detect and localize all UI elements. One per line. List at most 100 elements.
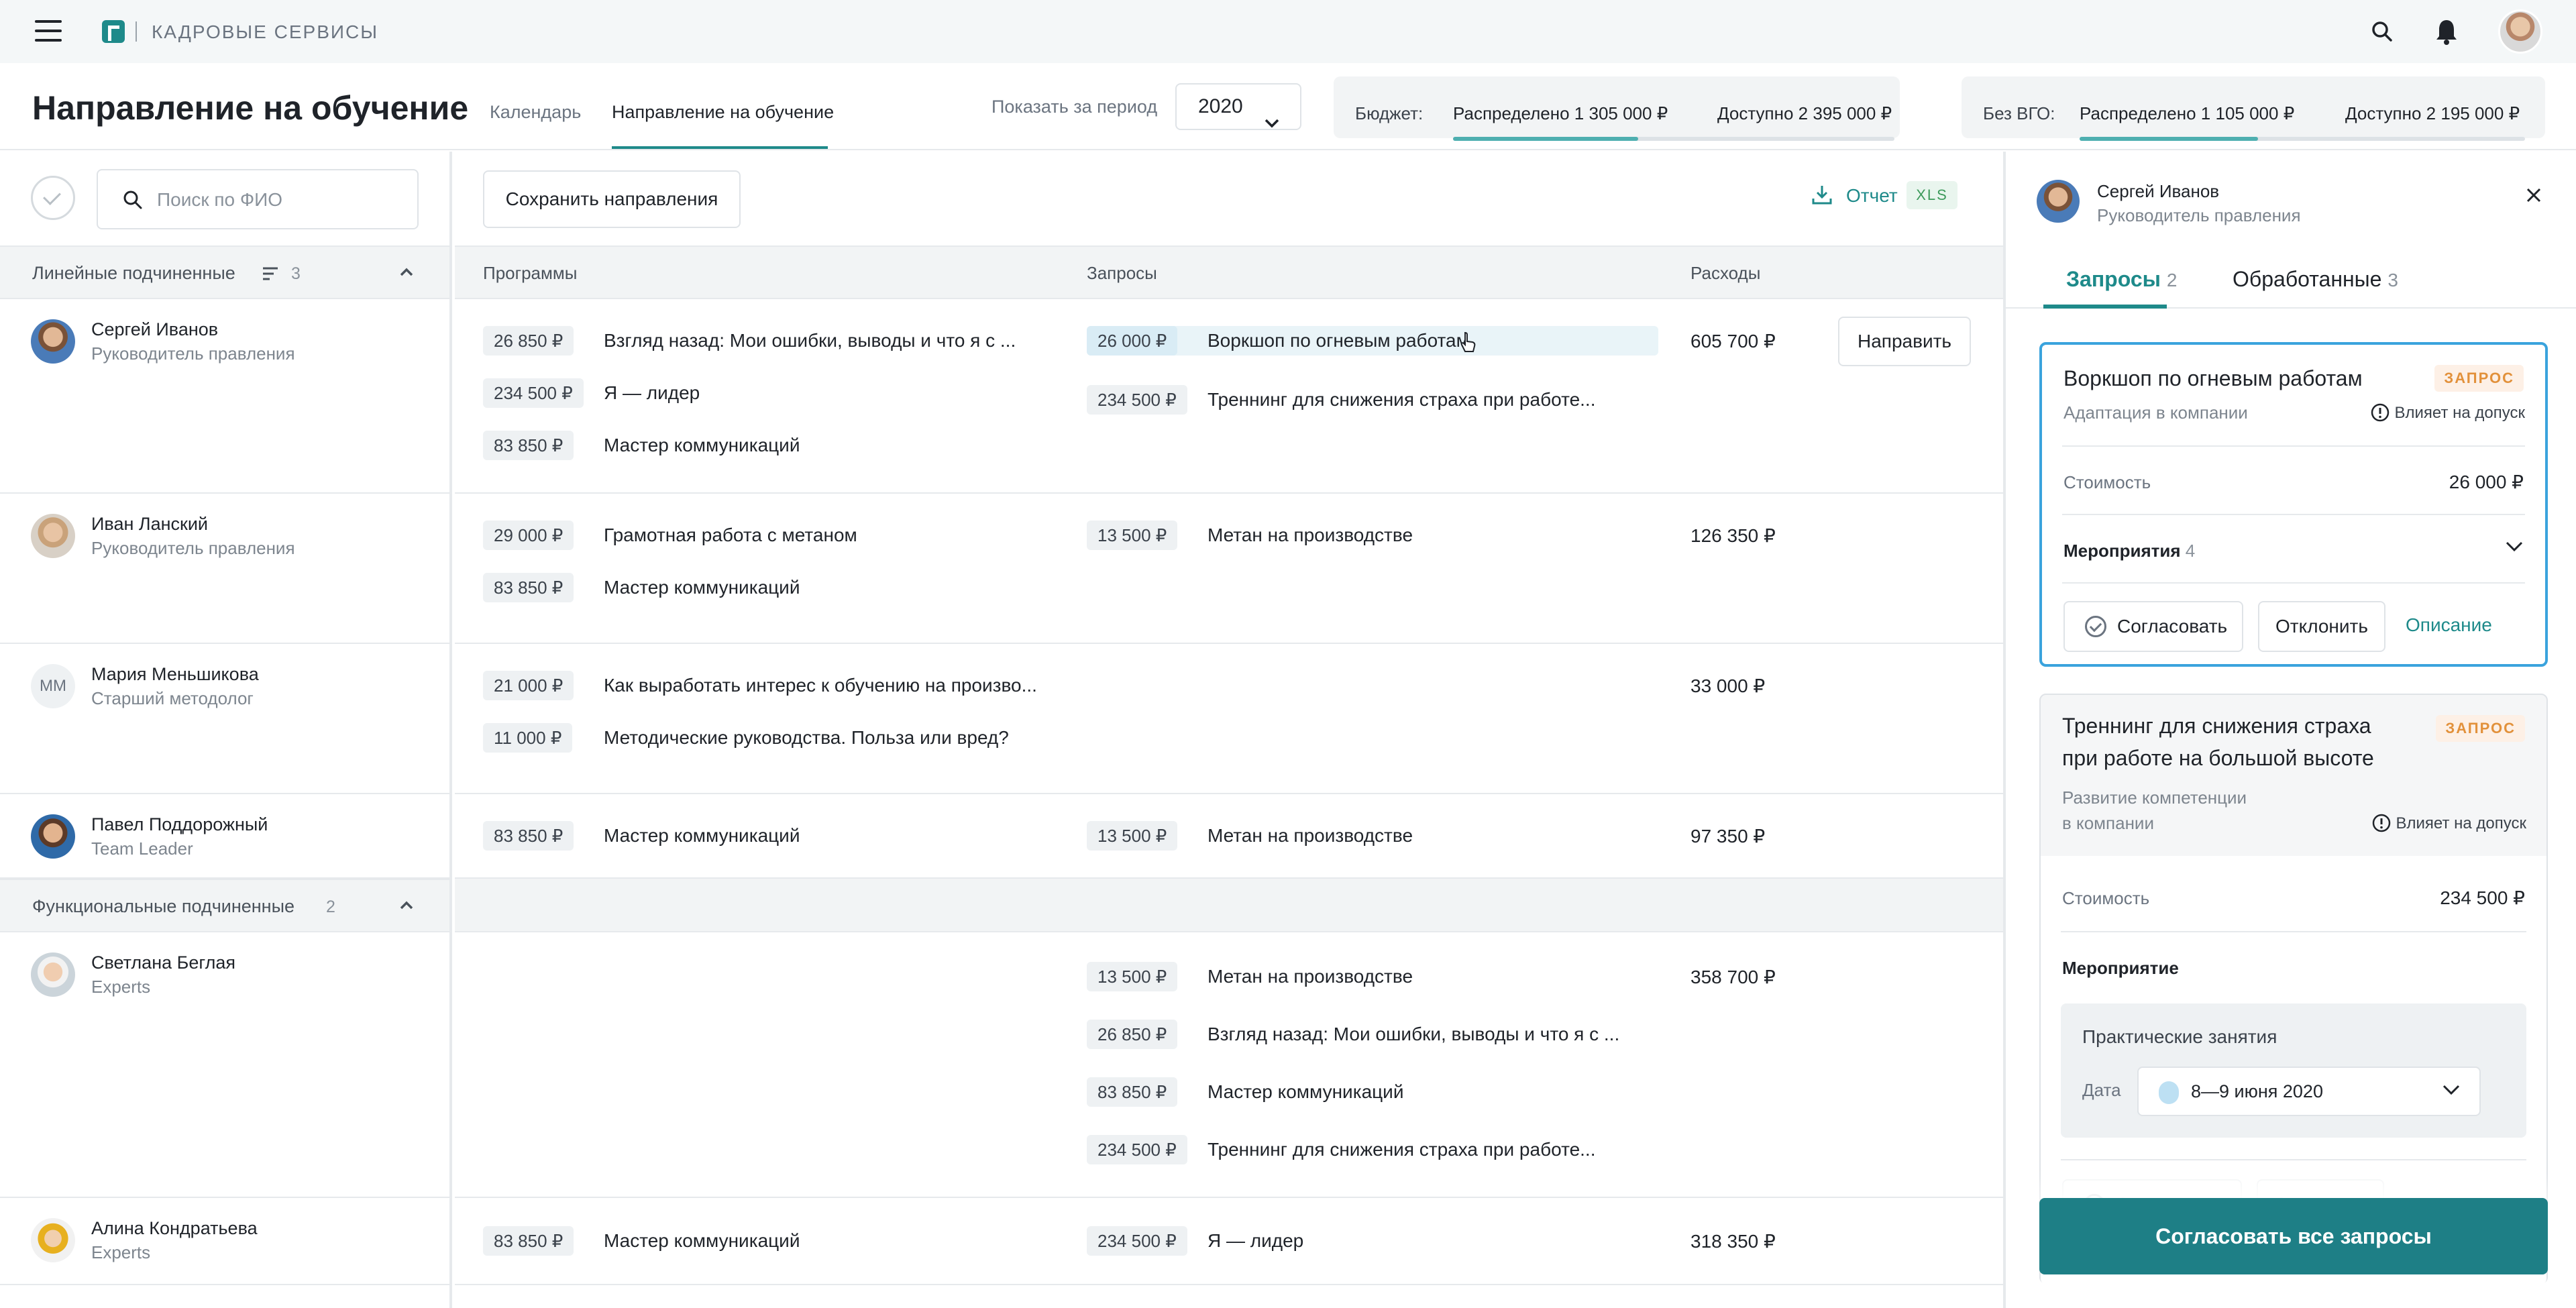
request-item[interactable]: 13 500 ₽ Метан на производстве xyxy=(1087,962,1658,991)
reject-button[interactable]: Отклонить xyxy=(2258,601,2385,652)
employee-row[interactable]: Иван Ланский Руководитель правления xyxy=(0,494,449,644)
user-avatar[interactable] xyxy=(2498,9,2542,54)
row-cost: 605 700 ₽ xyxy=(1690,331,1776,351)
employee-row[interactable]: Павел Поддорожный Team Leader xyxy=(0,794,449,879)
request-card[interactable]: Треннинг для снижения страха при работе … xyxy=(2039,694,2548,1285)
program-item[interactable]: 11 000 ₽ Методические руководства. Польз… xyxy=(483,723,1060,753)
request-title: Воркшоп по огневым работам xyxy=(1208,330,1469,351)
chevron-down-icon xyxy=(1264,101,1280,145)
program-item[interactable]: 26 850 ₽ Взгляд назад: Мои ошибки, вывод… xyxy=(483,326,1060,356)
group-label: Линейные подчиненные xyxy=(32,263,235,283)
program-item[interactable]: 83 850 ₽ Мастер коммуникаций xyxy=(483,431,1060,460)
cost-label: Стоимость xyxy=(2062,888,2150,908)
budget-label: Бюджет: xyxy=(1355,103,1424,123)
search-icon[interactable] xyxy=(2367,16,2398,47)
program-title: Грамотная работа с метаном xyxy=(604,525,857,545)
chevron-up-icon[interactable] xyxy=(398,897,415,917)
chevron-down-icon[interactable] xyxy=(2505,541,2524,556)
program-title: Мастер коммуникаций xyxy=(604,1230,800,1251)
close-icon[interactable] xyxy=(2525,186,2542,207)
event-item-title: Практические занятия xyxy=(2082,1026,2277,1047)
approve-all-button[interactable]: Согласовать все запросы xyxy=(2039,1198,2548,1274)
events-toggle[interactable]: Мероприятия 4 xyxy=(2063,541,2195,561)
date-select[interactable]: 8—9 июня 2020 xyxy=(2137,1067,2481,1116)
request-title: Треннинг для снижения страха при работе.… xyxy=(1208,389,1596,410)
budget-no-vgo-progress-fill xyxy=(2080,137,2258,141)
xls-badge: XLS xyxy=(1907,181,1957,209)
group-functional-subordinates[interactable]: Функциональные подчиненные 2 xyxy=(0,879,449,932)
row-cost: 97 350 ₽ xyxy=(1690,826,1766,847)
tab-calendar[interactable]: Календарь xyxy=(490,102,581,123)
group-linear-subordinates[interactable]: Линейные подчиненные 3 xyxy=(0,246,449,299)
app-logo-icon[interactable] xyxy=(102,20,125,43)
program-item[interactable]: 234 500 ₽ Я — лидер xyxy=(483,378,1060,408)
request-card-active[interactable]: Воркшоп по огневым работам ЗАПРОС Адапта… xyxy=(2039,342,2548,667)
request-price: 234 500 ₽ xyxy=(1087,1226,1187,1256)
active-tab-indicator xyxy=(612,146,828,149)
select-all-checkbox[interactable] xyxy=(31,176,75,220)
group-label: Функциональные подчиненные xyxy=(32,896,295,916)
request-item[interactable]: 234 500 ₽ Я — лидер xyxy=(1087,1226,1658,1256)
budget-progress-fill xyxy=(1453,137,1639,141)
cost-label: Стоимость xyxy=(2063,472,2151,492)
app-name-divider xyxy=(136,21,137,42)
program-item[interactable]: 83 850 ₽ Мастер коммуникаций xyxy=(483,573,1060,602)
page-title: Направление на обучение xyxy=(32,89,469,127)
employee-row[interactable]: ММ Мария Меньшикова Старший методолог xyxy=(0,644,449,794)
events-label: Мероприятия xyxy=(2063,541,2181,561)
requests-panel: Сергей Иванов Руководитель правления Зап… xyxy=(2003,152,2576,1308)
approve-button[interactable]: Согласовать xyxy=(2063,601,2243,652)
budget-no-vgo-distributed: Распределено 1 105 000 ₽ xyxy=(2080,103,2295,123)
employee-row[interactable]: Светлана Беглая Experts xyxy=(0,932,449,1198)
panel-person-role: Руководитель правления xyxy=(2097,205,2301,225)
employee-row[interactable]: Алина Кондратьева Experts xyxy=(0,1198,449,1285)
bell-icon[interactable] xyxy=(2431,16,2462,47)
avatar xyxy=(31,1218,75,1262)
date-value: 8—9 июня 2020 xyxy=(2191,1081,2323,1101)
page-header: Направление на обучение Календарь Направ… xyxy=(0,63,2576,150)
search-placeholder: Поиск по ФИО xyxy=(157,189,283,210)
request-item[interactable]: 234 500 ₽ Треннинг для снижения страха п… xyxy=(1087,385,1658,415)
employee-role: Руководитель правления xyxy=(91,343,295,364)
sort-icon[interactable] xyxy=(263,267,278,284)
chevron-up-icon[interactable] xyxy=(398,264,415,284)
request-price: 83 850 ₽ xyxy=(1087,1077,1178,1107)
program-title: Методические руководства. Польза или вре… xyxy=(604,727,1009,748)
tab-processed[interactable]: Обработанные 3 xyxy=(2233,267,2398,292)
table-row: 13 500 ₽ Метан на производстве 26 850 ₽ … xyxy=(455,932,2003,1198)
description-link[interactable]: Описание xyxy=(2406,614,2492,636)
menu-icon[interactable] xyxy=(35,20,62,42)
year-select[interactable]: 2020 xyxy=(1175,83,1301,130)
program-title: Я — лидер xyxy=(604,382,700,403)
send-button[interactable]: Направить xyxy=(1838,317,1971,366)
request-item[interactable]: 13 500 ₽ Метан на производстве xyxy=(1087,521,1658,550)
date-marker xyxy=(2159,1081,2179,1104)
program-item[interactable]: 21 000 ₽ Как выработать интерес к обучен… xyxy=(483,671,1060,700)
search-input[interactable]: Поиск по ФИО xyxy=(97,169,419,229)
request-price: 234 500 ₽ xyxy=(1087,1135,1187,1164)
program-item[interactable]: 29 000 ₽ Грамотная работа с метаном xyxy=(483,521,1060,550)
request-item-selected[interactable]: 26 000 ₽ Воркшоп по огневым работам xyxy=(1087,326,1658,356)
download-icon[interactable] xyxy=(1811,184,1833,209)
request-item[interactable]: 26 850 ₽ Взгляд назад: Мои ошибки, вывод… xyxy=(1087,1020,1658,1049)
request-price: 13 500 ₽ xyxy=(1087,521,1178,550)
budget-no-vgo-summary: Без ВГО: Распределено 1 105 000 ₽ Доступ… xyxy=(1962,76,2545,141)
tab-training-referral[interactable]: Направление на обучение xyxy=(612,102,834,123)
request-item[interactable]: 13 500 ₽ Метан на производстве xyxy=(1087,821,1658,851)
training-table-pane: Сохранить направления Отчет XLS Программ… xyxy=(455,152,2003,1308)
request-item[interactable]: 234 500 ₽ Треннинг для снижения страха п… xyxy=(1087,1135,1658,1164)
tab-requests[interactable]: Запросы 2 xyxy=(2066,267,2177,292)
program-price: 83 850 ₽ xyxy=(483,821,574,851)
employee-row[interactable]: Сергей Иванов Руководитель правления xyxy=(0,299,449,494)
approve-label: Согласовать xyxy=(2117,616,2228,637)
save-referrals-button[interactable]: Сохранить направления xyxy=(483,170,741,228)
program-item[interactable]: 83 850 ₽ Мастер коммуникаций xyxy=(483,1226,1060,1256)
budget-distributed: Распределено 1 305 000 ₽ xyxy=(1453,103,1668,123)
budget-progress-bar xyxy=(1453,137,1894,141)
cost-value: 26 000 ₽ xyxy=(2449,472,2524,492)
request-item[interactable]: 83 850 ₽ Мастер коммуникаций xyxy=(1087,1077,1658,1107)
report-link[interactable]: Отчет xyxy=(1846,185,1898,207)
program-item[interactable]: 83 850 ₽ Мастер коммуникаций xyxy=(483,821,1060,851)
divider xyxy=(2062,582,2525,584)
budget-no-vgo-label: Без ВГО: xyxy=(1983,103,2055,123)
